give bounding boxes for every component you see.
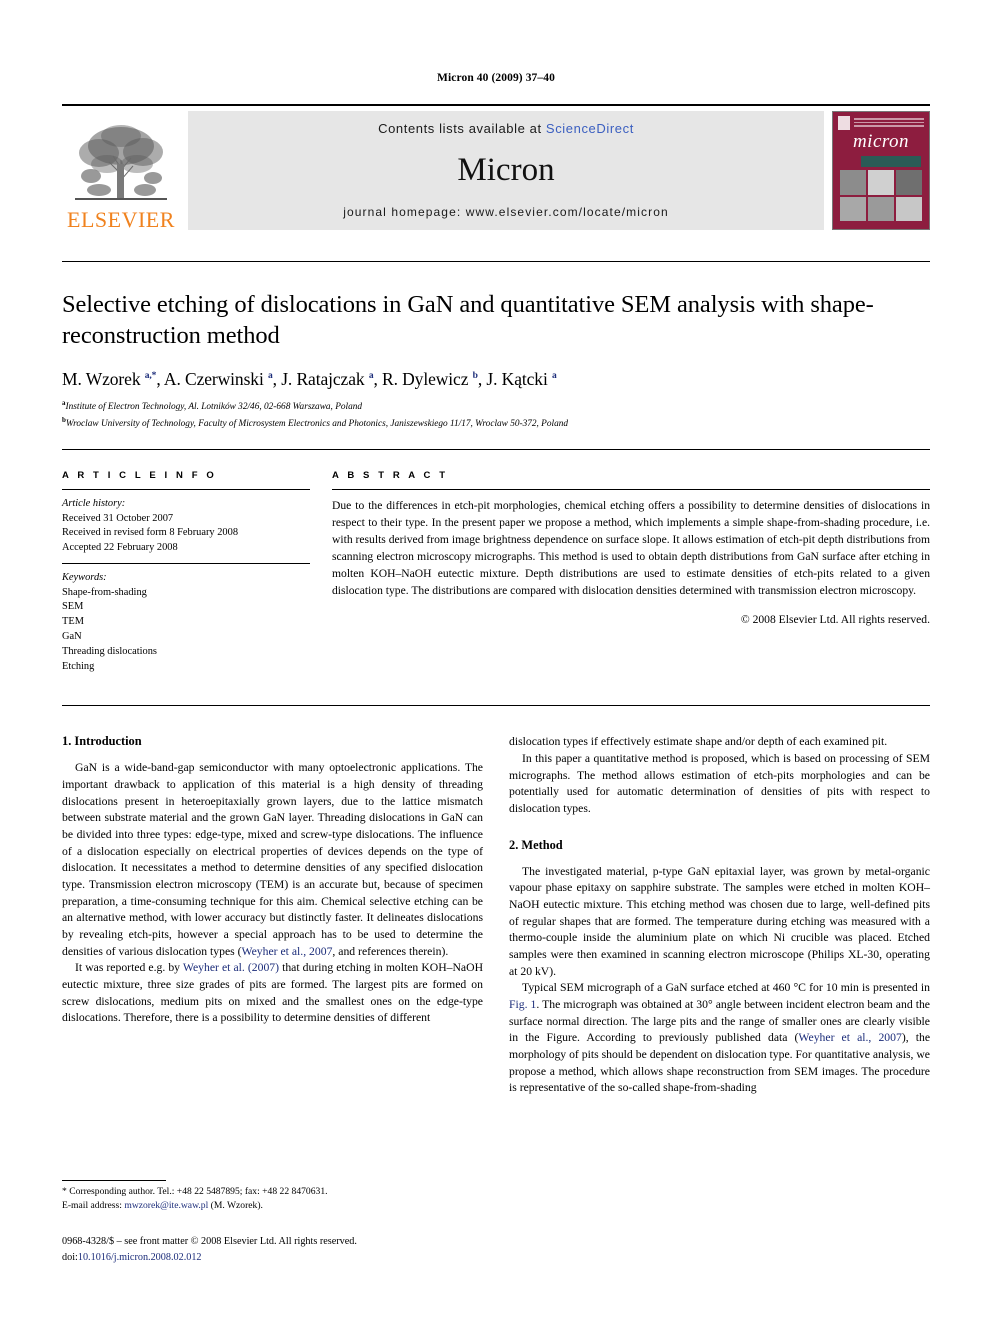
- journal-homepage-link[interactable]: journal homepage: www.elsevier.com/locat…: [343, 205, 669, 219]
- title-divider: [62, 261, 930, 262]
- keyword-item: Shape-from-shading: [62, 586, 147, 598]
- paragraph: It was reported e.g. by Weyher et al. (2…: [62, 961, 484, 1025]
- front-matter-line: 0968-4328/$ – see front matter © 2008 El…: [62, 1236, 357, 1248]
- abstract-copyright: © 2008 Elsevier Ltd. All rights reserved…: [740, 612, 930, 626]
- journal-title: Micron: [457, 152, 555, 188]
- cover-publisher-icon: [838, 116, 850, 130]
- keyword-item: SEM: [62, 601, 84, 613]
- history-item: Accepted 22 February 2008: [62, 542, 178, 554]
- contents-available-line: Contents lists available at ScienceDirec…: [378, 121, 634, 136]
- paragraph: Typical SEM micrograph of a GaN surface …: [509, 981, 931, 1095]
- keywords-block: Keywords: Shape-from-shading SEM TEM GaN…: [62, 564, 310, 681]
- abstract-text: Due to the differences in etch-pit morph…: [332, 498, 930, 597]
- footnote-divider: [62, 1179, 166, 1181]
- abstract-column: A B S T R A C T Due to the differences i…: [332, 470, 930, 681]
- article-history-block: Article history: Received 31 October 200…: [62, 490, 310, 563]
- cover-subtitle-band: [861, 156, 921, 167]
- body-column-right: dislocation types if effectively estimat…: [509, 734, 930, 1097]
- front-matter-block: 0968-4328/$ – see front matter © 2008 El…: [62, 1234, 492, 1265]
- body-columns: 1. Introduction GaN is a wide-band-gap s…: [62, 734, 930, 1097]
- doi-line: doi:10.1016/j.micron.2008.02.012: [62, 1250, 492, 1265]
- journal-cover-thumbnail: micron: [832, 111, 930, 230]
- journal-masthead: ELSEVIER Contents lists available at Sci…: [62, 104, 930, 233]
- affiliation-b-text: Wroclaw University of Technology, Facult…: [65, 419, 569, 430]
- journal-article-page: Micron 40 (2009) 37–40 ELSEVIER Contents…: [0, 0, 992, 1323]
- history-item: Received in revised form 8 February 2008: [62, 527, 239, 539]
- affiliation-b: bWroclaw University of Technology, Facul…: [62, 415, 930, 432]
- page-footer: * Corresponding author. Tel.: +48 22 548…: [62, 1179, 492, 1265]
- running-head: Micron 40 (2009) 37–40: [437, 72, 555, 84]
- affiliation-a: aInstitute of Electron Technology, Al. L…: [62, 398, 930, 415]
- article-history-heading: Article history:: [62, 497, 126, 509]
- author-list: M. Wzorek a,*, A. Czerwinski a, J. Rataj…: [62, 368, 557, 389]
- masthead-center-panel: Contents lists available at ScienceDirec…: [188, 111, 824, 230]
- doi-label: doi:: [62, 1251, 78, 1263]
- affiliation-a-text: Institute of Electron Technology, Al. Lo…: [65, 401, 363, 412]
- sciencedirect-link[interactable]: ScienceDirect: [546, 121, 634, 136]
- elsevier-wordmark: ELSEVIER: [67, 207, 175, 232]
- corresponding-author-text: * Corresponding author. Tel.: +48 22 548…: [62, 1185, 328, 1197]
- keywords-heading: Keywords:: [62, 571, 107, 583]
- keyword-item: Threading dislocations: [62, 645, 157, 657]
- body-column-left: 1. Introduction GaN is a wide-band-gap s…: [62, 734, 483, 1097]
- elsevier-logo: ELSEVIER: [62, 109, 180, 233]
- article-title: Selective etching of dislocations in GaN…: [62, 291, 874, 349]
- email-link[interactable]: mwzorek@ite.waw.pl: [124, 1200, 208, 1211]
- keyword-item: Etching: [62, 660, 95, 672]
- info-divider: [62, 448, 930, 450]
- email-owner: (M. Wzorek).: [210, 1199, 263, 1211]
- elsevier-tree-icon: [75, 125, 167, 200]
- email-note: E-mail address: mwzorek@ite.waw.pl (M. W…: [62, 1199, 492, 1213]
- info-abstract-row: A R T I C L E I N F O Article history: R…: [62, 470, 930, 681]
- contents-prefix: Contents lists available at: [378, 121, 542, 136]
- article-info-label: A R T I C L E I N F O: [62, 469, 217, 481]
- article-info-column: A R T I C L E I N F O Article history: R…: [62, 470, 310, 681]
- corresponding-author-note: * Corresponding author. Tel.: +48 22 548…: [62, 1185, 492, 1199]
- history-item: Received 31 October 2007: [62, 512, 174, 524]
- cover-header-bars: [854, 118, 924, 127]
- paragraph: GaN is a wide-band-gap semiconductor wit…: [62, 761, 483, 958]
- section-heading-method: 2. Method: [509, 837, 563, 852]
- doi-link[interactable]: 10.1016/j.micron.2008.02.012: [78, 1252, 202, 1263]
- paragraph: In this paper a quantitative method is p…: [509, 751, 930, 815]
- paragraph: The investigated material, p-type GaN ep…: [509, 864, 930, 978]
- body-divider: [62, 705, 930, 707]
- abstract-label: A B S T R A C T: [332, 469, 449, 481]
- cover-journal-title: micron: [852, 131, 910, 152]
- paragraph: dislocation types if effectively estimat…: [509, 735, 888, 749]
- keyword-item: GaN: [62, 630, 82, 642]
- keyword-item: TEM: [62, 616, 84, 628]
- cover-image-grid: [840, 170, 922, 221]
- email-label: E-mail address:: [62, 1199, 122, 1211]
- section-heading-introduction: 1. Introduction: [62, 734, 142, 749]
